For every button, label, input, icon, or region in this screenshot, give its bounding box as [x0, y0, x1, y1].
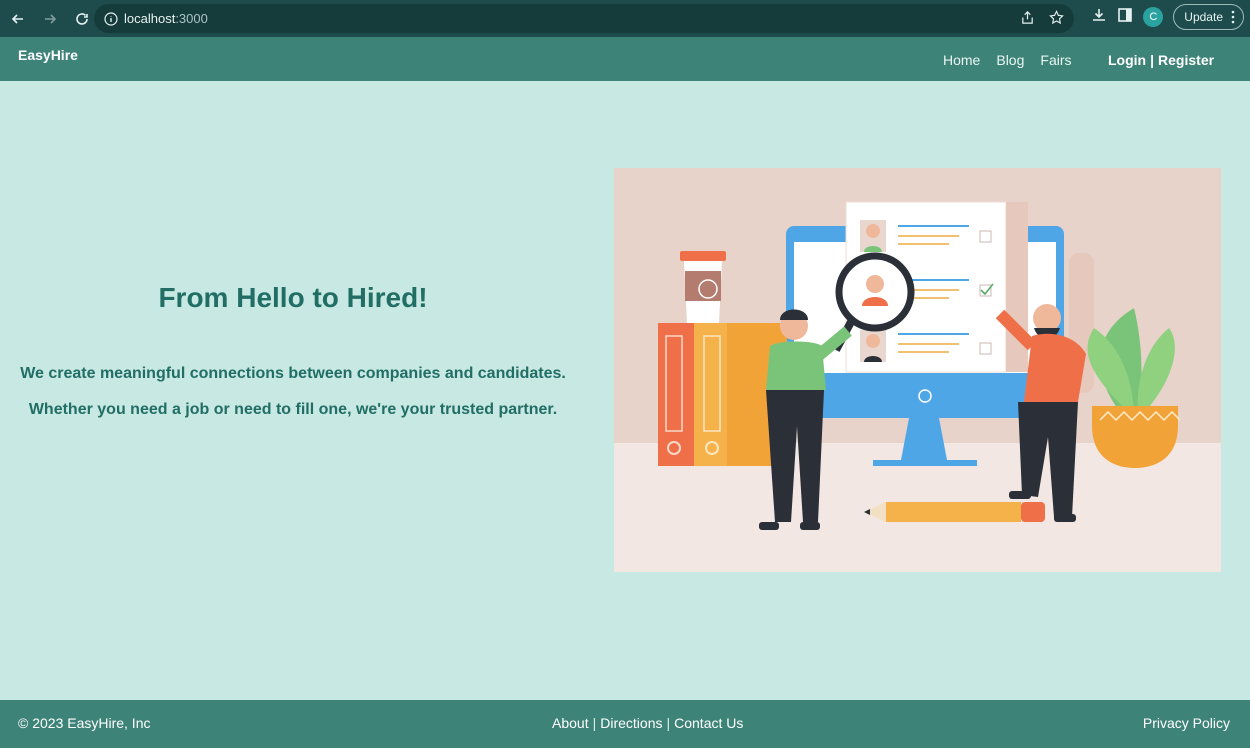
footer-directions-link[interactable]: Directions: [600, 715, 662, 731]
site-footer: © 2023 EasyHire, Inc About | Directions …: [0, 700, 1250, 748]
nav-blog[interactable]: Blog: [996, 52, 1024, 68]
more-vertical-icon: [1231, 10, 1235, 24]
footer-separator: |: [592, 715, 597, 731]
update-label: Update: [1184, 10, 1223, 24]
profile-avatar[interactable]: C: [1143, 7, 1164, 27]
reload-icon: [76, 12, 88, 25]
arrow-right-icon: [45, 13, 57, 24]
forward-button[interactable]: [36, 5, 64, 33]
footer-about-link[interactable]: About: [552, 715, 589, 731]
arrow-left-icon: [11, 13, 23, 24]
reload-button[interactable]: [68, 5, 96, 33]
update-button[interactable]: Update: [1173, 4, 1244, 30]
info-icon[interactable]: [104, 11, 118, 26]
auth-separator: |: [1150, 52, 1155, 68]
copyright: © 2023 EasyHire, Inc: [18, 715, 151, 731]
register-link[interactable]: Register: [1158, 52, 1214, 68]
privacy-policy-link[interactable]: Privacy Policy: [1143, 715, 1230, 731]
hero-line-2: Whether you need a job or need to fill o…: [28, 401, 558, 418]
address-bar[interactable]: localhost:3000: [94, 4, 1074, 33]
hero-line-1: We create meaningful connections between…: [20, 365, 566, 382]
share-icon[interactable]: [1020, 10, 1035, 25]
brand-logo[interactable]: EasyHire: [18, 47, 78, 63]
login-link[interactable]: Login: [1108, 52, 1146, 68]
browser-toolbar: localhost:3000 C Update: [0, 0, 1250, 37]
download-icon: [1093, 8, 1106, 21]
footer-links: About | Directions | Contact Us: [552, 715, 743, 731]
url-text: localhost:3000: [124, 11, 208, 26]
footer-separator: |: [666, 715, 671, 731]
footer-contact-link[interactable]: Contact Us: [674, 715, 743, 731]
side-panel-button[interactable]: [1117, 7, 1133, 28]
star-icon[interactable]: [1049, 10, 1064, 25]
hiring-illustration: [614, 168, 1221, 572]
nav-home[interactable]: Home: [943, 52, 980, 68]
auth-links: Login | Register: [1108, 52, 1214, 68]
site-header: EasyHire Home Blog Fairs Login | Registe…: [0, 37, 1250, 81]
nav-fairs[interactable]: Fairs: [1040, 52, 1071, 68]
main-nav: Home Blog Fairs: [943, 52, 1072, 68]
download-button[interactable]: [1091, 7, 1107, 28]
back-button[interactable]: [4, 5, 32, 33]
hero-title: From Hello to Hired!: [158, 282, 428, 313]
side-panel-icon: [1118, 7, 1133, 22]
